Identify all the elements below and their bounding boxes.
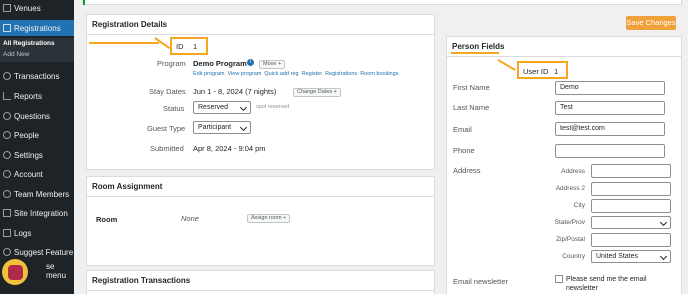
status-label: Status	[163, 104, 185, 113]
address-line2-field[interactable]	[591, 182, 671, 196]
registration-transactions-title: Registration Transactions	[87, 271, 434, 291]
move-button[interactable]: Move +	[259, 60, 286, 69]
sidebar-submenu: All Registrations Add New	[0, 38, 74, 62]
person-fields-title: Person Fields	[447, 37, 681, 57]
id-highlight-box	[170, 37, 208, 55]
registrations-link[interactable]: Registrations	[325, 71, 357, 77]
state-select[interactable]	[591, 216, 671, 229]
notice-accent	[83, 0, 85, 5]
status-note: spot reserved	[256, 104, 290, 110]
first-name-label: First Name	[453, 83, 490, 92]
room-assignment-panel: Room Assignment Room None Assign room +	[86, 176, 435, 266]
country-label: Country	[562, 253, 585, 260]
address-line1-field[interactable]	[591, 164, 671, 178]
chart-icon	[3, 92, 11, 100]
status-select[interactable]: Reserved	[193, 101, 251, 114]
logs-icon	[3, 229, 11, 237]
sidebar-item-questions[interactable]: Questions	[0, 108, 74, 124]
stay-dates-label: Stay Dates	[149, 87, 186, 96]
chat-bubble-icon[interactable]	[2, 259, 28, 285]
newsletter-checkbox[interactable]	[555, 275, 563, 283]
newsletter-text: Please send me the email newsletter	[566, 276, 647, 292]
building-icon	[3, 4, 11, 12]
sidebar-item-logs[interactable]: Logs	[0, 225, 74, 241]
clipboard-icon	[3, 24, 11, 32]
last-name-label: Last Name	[453, 103, 490, 112]
room-label: Room	[96, 215, 118, 224]
room-bookings-link[interactable]: Room bookings	[360, 71, 398, 77]
state-label: State/Prov	[554, 219, 585, 226]
top-notice	[82, 0, 682, 5]
last-name-field[interactable]: Test	[555, 101, 665, 115]
plug-icon	[3, 209, 11, 217]
sidebar-item-account[interactable]: Account	[0, 166, 74, 182]
guest-type-label: Guest Type	[147, 124, 186, 133]
info-icon[interactable]: i	[247, 59, 254, 66]
submenu-all-registrations[interactable]: All Registrations	[0, 38, 74, 49]
sidebar-item-transactions[interactable]: Transactions	[0, 68, 74, 84]
city-label: City	[573, 202, 585, 209]
quick-add-reg-link[interactable]: Quick add reg	[264, 71, 298, 77]
submitted-label: Submitted	[150, 144, 184, 153]
sidebar-item-team-members[interactable]: Team Members	[0, 186, 74, 202]
save-changes-button[interactable]: Save Changes	[626, 16, 676, 30]
address-label: Address	[453, 166, 481, 175]
sidebar-item-reports[interactable]: Reports	[0, 88, 74, 104]
question-icon	[3, 112, 11, 120]
program-links: Edit program View program Quick add reg Reg…	[193, 71, 401, 77]
guest-type-select[interactable]: Participant	[193, 121, 251, 134]
team-icon	[3, 190, 11, 198]
account-icon	[3, 170, 11, 178]
room-value: None	[181, 214, 199, 223]
sidebar-item-site-integration[interactable]: Site Integration	[0, 205, 74, 221]
dollar-icon	[3, 72, 11, 80]
registration-details-title: Registration Details	[87, 15, 434, 35]
stay-dates-value: Jun 1 - 8, 2024 (7 nights)	[193, 87, 277, 96]
assign-room-button[interactable]: Assign room +	[247, 214, 291, 223]
sidebar-item-settings[interactable]: Settings	[0, 147, 74, 163]
city-field[interactable]	[591, 199, 671, 213]
sidebar-item-suggest-feature[interactable]: Suggest Feature	[0, 244, 74, 260]
country-select[interactable]: United States	[591, 250, 671, 263]
sidebar-item-venues[interactable]: Venues	[0, 0, 74, 16]
sidebar-item-people[interactable]: People	[0, 127, 74, 143]
email-label: Email	[453, 125, 472, 134]
zip-field[interactable]	[591, 233, 671, 247]
change-dates-button[interactable]: Change Dates +	[293, 88, 341, 97]
person-title-underline	[451, 52, 499, 54]
admin-sidebar: Venues Registrations All Registrations A…	[0, 0, 74, 294]
edit-program-link[interactable]: Edit program	[193, 71, 225, 77]
registration-transactions-panel: Registration Transactions	[86, 270, 435, 294]
zip-label: Zip/Postal	[556, 236, 585, 243]
registration-details-panel: Registration Details ID 1 Program Demo P…	[86, 14, 435, 170]
address-line2-label: Address 2	[555, 185, 585, 192]
submitted-value: Apr 8, 2024 - 9:04 pm	[193, 144, 266, 153]
email-field[interactable]: test@test.com	[555, 122, 665, 136]
register-link[interactable]: Register	[302, 71, 322, 77]
title-underline	[89, 42, 159, 44]
program-value: Demo Program	[193, 59, 247, 68]
sidebar-item-registrations[interactable]: Registrations	[0, 20, 74, 36]
lightbulb-icon	[3, 248, 11, 256]
phone-field[interactable]	[555, 144, 665, 158]
newsletter-label: Email newsletter	[453, 277, 509, 286]
gear-icon	[3, 151, 11, 159]
phone-label: Phone	[453, 146, 475, 155]
address-line1-label: Address	[561, 168, 585, 175]
user-id-highlight-box	[517, 61, 568, 79]
people-icon	[3, 131, 11, 139]
submenu-add-new[interactable]: Add New	[0, 49, 74, 60]
room-assignment-title: Room Assignment	[87, 177, 434, 197]
program-label: Program	[157, 59, 186, 68]
view-program-link[interactable]: View program	[228, 71, 262, 77]
first-name-field[interactable]: Demo	[555, 81, 665, 95]
